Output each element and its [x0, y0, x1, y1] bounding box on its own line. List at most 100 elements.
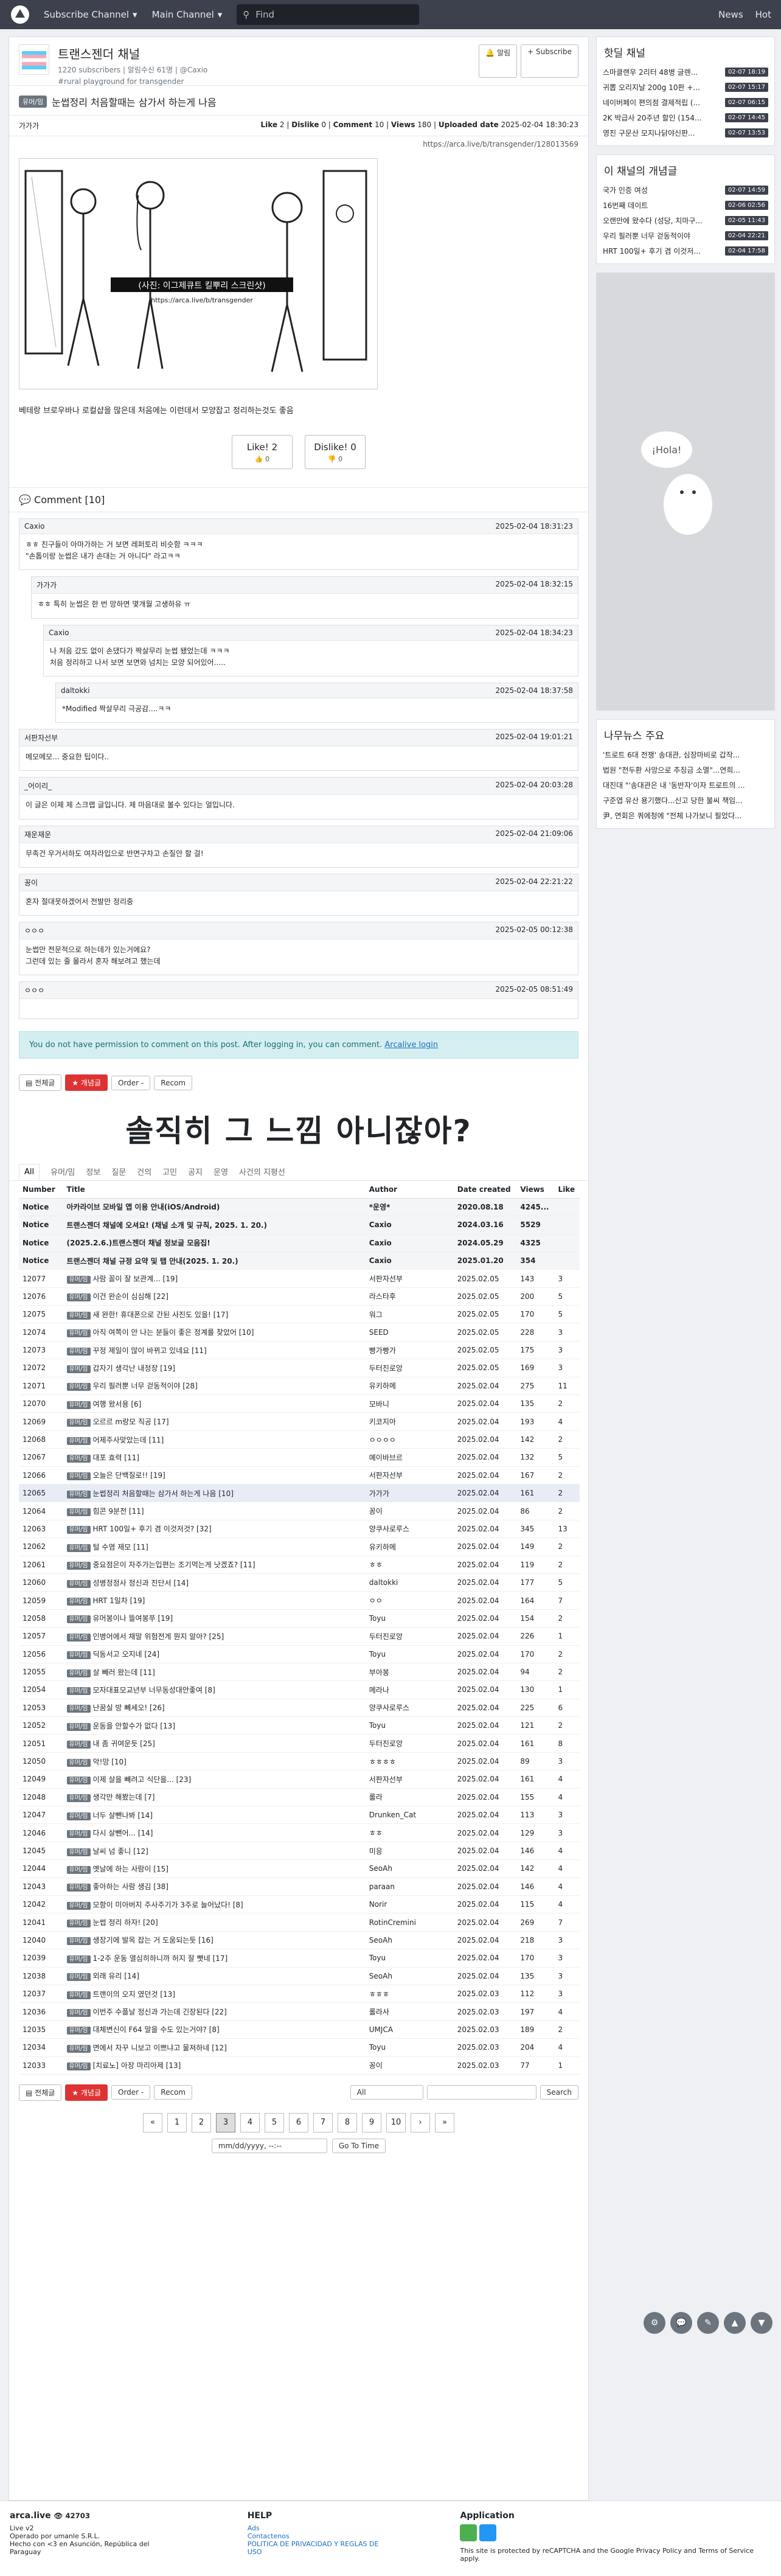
post-link[interactable]: 날씨 넘 좋니 [12]: [93, 1847, 148, 1856]
search-text-input[interactable]: [426, 2085, 536, 2100]
table-row[interactable]: 12052 유머/밈 운동을 안할수가 없다 [13] Toyu 2025.02.04 1…: [19, 1716, 580, 1735]
tab-8[interactable]: 사건의 지평선: [239, 1166, 285, 1177]
sidebar-list-item[interactable]: 오랜만에 왔수다 (성당, 치마구... 02-05 11:43: [597, 213, 774, 228]
page-button[interactable]: 6: [289, 2112, 308, 2132]
post-link[interactable]: 사람 꼴이 잘 보관계... [19]: [93, 1275, 178, 1283]
post-link[interactable]: 새 완한! 휴대폰으로 간된 사진도 있을! [17]: [93, 1311, 229, 1319]
like-button[interactable]: Like! 2 👍 0: [232, 435, 293, 469]
cell-title[interactable]: 유머/밈 옛날에 하는 사람이 [15]: [63, 1859, 366, 1878]
table-row[interactable]: 12060 유머/밈 성병정정사 정신과 진단서 [14] daltokki 2025.…: [19, 1573, 580, 1592]
write-icon[interactable]: ✎: [697, 2312, 719, 2334]
cell-author[interactable]: 꽁이: [365, 1502, 454, 1520]
table-row[interactable]: Notice 아카라이브 모바일 앱 이용 안내(iOS/Android) *운영*…: [19, 1198, 580, 1217]
table-row[interactable]: 12064 유머/밈 힘콘 9분전 [11] 꽁이 2025.02.04 86 2: [19, 1502, 580, 1520]
post-link[interactable]: 이번주 수플날 정신과 가는데 긴장된다 [22]: [93, 2008, 227, 2016]
sidebar-list-item[interactable]: 2K 박급사 20주년 할인 (154... 02-07 14:45: [597, 110, 774, 125]
post-link[interactable]: 모자대표모교년부 너무동성대안좋여 [8]: [93, 1686, 215, 1694]
table-row[interactable]: 12044 유머/밈 옛날에 하는 사람이 [15] SeoAh 2025.02.04 1…: [19, 1859, 580, 1878]
cell-author[interactable]: Toyu: [365, 1949, 454, 1968]
page-button[interactable]: 5: [265, 2112, 284, 2132]
table-row[interactable]: 12039 유머/밈 1-2주 운동 열심히하니까 허지 잘 빳네 [17] Toyu…: [19, 1949, 580, 1968]
post-link[interactable]: 트랜이의 오지 였던것 [13]: [93, 1990, 175, 1999]
comment-author[interactable]: 서판자선부: [24, 733, 58, 743]
cell-author[interactable]: ㅎㅎ: [365, 1556, 454, 1574]
sidebar-list-item[interactable]: HRT 100일+ 후기 겸 이것저... 02-04 17:58: [597, 243, 774, 259]
table-row[interactable]: 12043 유머/밈 좋아하는 사람 생김 [38] paraan 2025.02.04…: [19, 1878, 580, 1896]
footer-contact-link[interactable]: Contactenos: [248, 2532, 394, 2540]
cell-title[interactable]: 유머/밈 트랜이의 오지 였던것 [13]: [63, 1985, 366, 2003]
chat-icon[interactable]: 💬: [670, 2312, 692, 2334]
table-row[interactable]: 12071 유머/밈 우리 필러뿐 너무 걷동적이야 [28] 유키하메 2025.02…: [19, 1377, 580, 1396]
cell-title[interactable]: 유머/밈 다시 살뺀어... [14]: [63, 1823, 366, 1842]
post-link[interactable]: 외래 유리 [14]: [93, 1972, 139, 1980]
table-row[interactable]: 12036 유머/밈 이번주 수플날 정신과 가는데 긴장된다 [22] 롤라사 202…: [19, 2002, 580, 2021]
table-row[interactable]: 12050 유머/밈 악!망 [10] ㅎㅎㅎㅎ 2025.02.04 89 3: [19, 1752, 580, 1771]
cell-title[interactable]: 유머/밈 [치료노] 아장 마리아제 [13]: [63, 2056, 366, 2075]
sidebar-list-item[interactable]: 국가 인증 여성 02-07 14:59: [597, 183, 774, 198]
cell-title[interactable]: 유머/밈 사람 꼴이 잘 보관계... [19]: [63, 1269, 366, 1288]
post-link[interactable]: 꾸정 제일이 많이 바뀌고 있네요 [11]: [93, 1346, 207, 1355]
app-store-icon[interactable]: [479, 2524, 496, 2541]
post-link[interactable]: 생각만 해봤는데 [7]: [93, 1793, 155, 1801]
footer-policy-link[interactable]: POLITICA DE PRIVACIDAD Y REGLAS DE USO: [248, 2540, 394, 2556]
table-row[interactable]: 12042 유머/밈 모항이 미아버지 주사주기가 3주로 늘어났다! [8] Nor…: [19, 1895, 580, 1914]
cell-title[interactable]: 유머/밈 악!망 [10]: [63, 1752, 366, 1771]
cell-author[interactable]: 워그: [365, 1305, 454, 1324]
cell-title[interactable]: 트랜스젠더 채널 규정 요약 및 탭 안내(2025. 1. 20.): [63, 1251, 366, 1270]
post-link[interactable]: 성병정정사 정신과 진단서 [14]: [93, 1579, 189, 1587]
comment-author[interactable]: ㅇㅇㅇ: [24, 985, 44, 995]
table-row[interactable]: 12037 유머/밈 트랜이의 오지 였던것 [13] ㅎㅎㅎ 2025.02.03 11…: [19, 1985, 580, 2003]
cell-author[interactable]: ㅎㅎㅎ: [365, 1985, 454, 2003]
cell-author[interactable]: 미응: [365, 1842, 454, 1861]
table-row[interactable]: 12056 유머/밈 딕동서고 오지네 [24] Toyu 2025.02.04 170 2: [19, 1645, 580, 1663]
tab-3[interactable]: 질문: [111, 1166, 126, 1177]
cell-title[interactable]: 유머/밈 눈썹정리 처음할때는 삼가서 하는게 나음 [10]: [63, 1484, 366, 1503]
post-link[interactable]: 털 수염 제모 [11]: [93, 1543, 148, 1551]
table-row[interactable]: 12061 유머/밈 중요점은이 자주가는입편는 조기먹는게 낫겠죠? [11] ㅎㅎ…: [19, 1556, 580, 1574]
news-link[interactable]: News: [718, 9, 743, 20]
post-link[interactable]: 좋아하는 사람 생김 [38]: [93, 1882, 168, 1891]
cell-author[interactable]: ㅎㅎㅎㅎ: [365, 1752, 454, 1771]
cell-title[interactable]: 유머/밈 오르르 m랑모 직공 [17]: [63, 1412, 366, 1431]
cell-title[interactable]: 유머/밈 내 좀 귀여운듯 [25]: [63, 1734, 366, 1753]
post-link[interactable]: 면에서 자꾸 니보고 이쁘냐고 물져하네 [12]: [93, 2044, 227, 2052]
cell-author[interactable]: ㅎㅎ: [365, 1823, 454, 1842]
cell-title[interactable]: 유머/밈 유머봉이나 뜰여봉쭈 [19]: [63, 1609, 366, 1628]
table-row[interactable]: 12057 유머/밈 인병어에서 채말 위험전게 뭔지 알아? [25] 두터진로앙 2…: [19, 1627, 580, 1646]
sidebar-list-item[interactable]: 스마클랜우 2리터 48병 글렌... 02-07 18:19: [597, 64, 774, 80]
cell-author[interactable]: 유키하메: [365, 1537, 454, 1556]
tab-5[interactable]: 고민: [162, 1166, 177, 1177]
footer-brand[interactable]: arca.live: [10, 2511, 51, 2521]
table-row[interactable]: 12038 유머/밈 외래 유리 [14] SeoAh 2025.02.04 135 3: [19, 1967, 580, 1985]
table-row[interactable]: 12063 유머/밈 HRT 100일+ 후기 겸 이것저것? [32] 양쿠사로루스…: [19, 1520, 580, 1539]
table-row[interactable]: 12073 유머/밈 꾸정 제일이 많이 바뀌고 있네요 [11] 빵가빵가 2025.…: [19, 1341, 580, 1360]
post-link[interactable]: 모항이 미아버지 주사주기가 3주로 늘어났다! [8]: [93, 1901, 243, 1909]
cell-author[interactable]: 양쿠사로루스: [365, 1520, 454, 1539]
post-link[interactable]: 너두 살뺀나봐 [14]: [93, 1811, 153, 1820]
table-row[interactable]: 12062 유머/밈 털 수염 제모 [11] 유키하메 2025.02.04 149 2: [19, 1537, 580, 1556]
post-link[interactable]: 이제 살을 빼려고 식단을... [23]: [93, 1775, 192, 1784]
table-row[interactable]: 12058 유머/밈 유머봉이나 뜰여봉쭈 [19] Toyu 2025.02.04 15…: [19, 1609, 580, 1628]
comment-author[interactable]: 꽁이: [24, 877, 38, 888]
cell-title[interactable]: (2025.2.6.)트랜스젠더 채널 정보글 모음집!: [63, 1234, 366, 1252]
cell-author[interactable]: RotinCremini: [365, 1913, 454, 1932]
post-link[interactable]: 옛날에 하는 사람이 [15]: [93, 1865, 168, 1873]
cell-author[interactable]: 롤라사: [365, 2002, 454, 2021]
news-item[interactable]: '트로트 6대 전쟁' 송대관, 심장마비로 갑작...: [597, 747, 774, 762]
post-url[interactable]: https://arca.live/b/transgender/12801356…: [9, 136, 588, 152]
cell-title[interactable]: 유머/밈 HRT 1일차 [19]: [63, 1591, 366, 1610]
cell-title[interactable]: 유머/밈 우리 필러뿐 너무 걷동적이야 [28]: [63, 1377, 366, 1396]
post-link[interactable]: 인병어에서 채말 위험전게 뭔지 알아? [25]: [93, 1632, 224, 1641]
cell-author[interactable]: 두터진로앙: [365, 1627, 454, 1646]
page-button[interactable]: 2: [192, 2112, 211, 2132]
post-link[interactable]: 생장기에 발목 잡는 거 도움되는듯 [16]: [93, 1936, 213, 1944]
sidebar-list-item[interactable]: 네이버페이 편의점 결제적립 (... 02-07 06:15: [597, 95, 774, 110]
cell-title[interactable]: 유머/밈 면에서 자꾸 니보고 이쁘냐고 물져하네 [12]: [63, 2038, 366, 2057]
table-row[interactable]: 12034 유머/밈 면에서 자꾸 니보고 이쁘냐고 물져하네 [12] Toyu 20…: [19, 2038, 580, 2057]
recom-select[interactable]: Recom: [154, 2085, 193, 2100]
cell-author[interactable]: 두터진로앙: [365, 1734, 454, 1753]
cell-title[interactable]: 유머/밈 너두 살뺀나봐 [14]: [63, 1806, 366, 1825]
comment-author[interactable]: Caxio: [49, 628, 69, 637]
post-link[interactable]: 오르르 m랑모 직공 [17]: [93, 1418, 169, 1426]
table-row[interactable]: 12053 유머/밈 난꿈실 방 뻬세오! [26] 양쿠사로루스 2025.02.04…: [19, 1699, 580, 1718]
